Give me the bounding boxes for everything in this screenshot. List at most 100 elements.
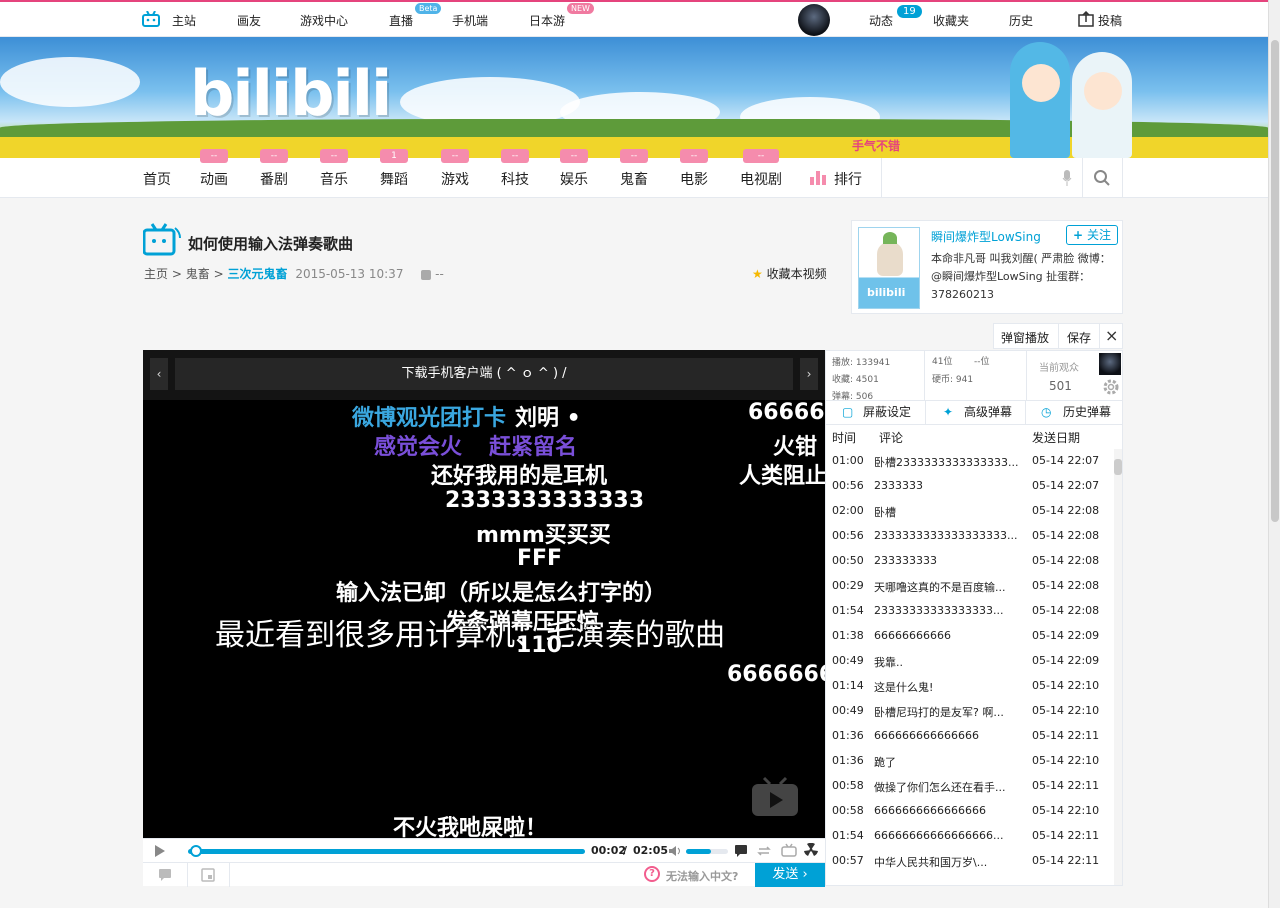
danmaku-comment: 微博观光团打卡 — [352, 406, 507, 431]
col-date[interactable]: 发送日期 — [1032, 429, 1080, 446]
bilibili-tv-icon[interactable] — [142, 11, 160, 27]
danmaku-input[interactable]: ? 无法输入中文? — [230, 863, 754, 887]
bilibili-logo[interactable]: bilibili — [190, 57, 392, 130]
header-banner: bilibili 手气不错 — [0, 37, 1268, 158]
favorite-video-button[interactable]: ★ 收藏本视频 — [752, 265, 827, 282]
rank-icon[interactable] — [810, 171, 826, 185]
nav-huayou-link[interactable]: 画友 — [237, 12, 261, 29]
uploader-name[interactable]: 瞬间爆炸型LowSing — [931, 228, 1041, 245]
crumb-category[interactable]: 鬼畜 — [186, 267, 210, 281]
nav-mobile-link[interactable]: 手机端 — [452, 12, 488, 29]
upload-icon[interactable] — [1078, 11, 1094, 27]
follow-button[interactable]: + 关注 — [1066, 225, 1118, 245]
microphone-icon[interactable] — [1062, 170, 1072, 186]
danmaku-list-row[interactable]: 00:50 233333333 05-14 22:08 — [826, 549, 1116, 574]
nav-item-0[interactable]: 首页 — [143, 169, 171, 189]
danmaku-list-row[interactable]: 02:00 卧槽 05-14 22:08 — [826, 499, 1116, 524]
danmaku-settings-icon[interactable] — [201, 868, 215, 882]
danmaku-list[interactable]: 01:00 卧槽2333333333333333... 05-14 22:07 00:… — [826, 449, 1116, 885]
fullscreen-radiation-icon[interactable] — [804, 843, 818, 857]
tab-advanced-danmaku[interactable]: ✦ 高级弹幕 — [926, 401, 1026, 425]
col-time[interactable]: 时间 — [832, 429, 856, 446]
history-link[interactable]: 历史 — [1009, 12, 1033, 29]
nav-jp-game-link[interactable]: 日本游 — [529, 12, 565, 29]
danmaku-list-row[interactable]: 00:58 做操了你们怎么还在看手... 05-14 22:11 — [826, 774, 1116, 799]
danmaku-list-row[interactable]: 01:00 卧槽2333333333333333... 05-14 22:07 — [826, 449, 1116, 474]
search-icon[interactable] — [1093, 169, 1111, 187]
tab-history-danmaku[interactable]: ◷ 历史弹幕 — [1026, 401, 1122, 425]
save-button[interactable]: 保存 — [1067, 329, 1091, 346]
crumb-home[interactable]: 主页 — [144, 267, 168, 281]
next-arrow-button[interactable]: › — [800, 358, 818, 390]
play-icon[interactable] — [154, 844, 166, 858]
tab-block-settings[interactable]: ▢ 屏蔽设定 — [826, 401, 926, 425]
favorite-video-label: 收藏本视频 — [766, 267, 827, 281]
danmaku-list-row[interactable]: 00:57 中华人民共和国万岁\... 05-14 22:11 — [826, 849, 1116, 874]
download-app-banner[interactable]: 下载手机客户端 ( ^ ｏ ^ ) / — [175, 358, 793, 390]
nav-count-badge: -- — [743, 149, 779, 163]
progress-knob[interactable] — [190, 845, 203, 857]
danmaku-toggle-icon[interactable] — [734, 844, 748, 858]
nav-game-center-link[interactable]: 游戏中心 — [300, 12, 348, 29]
danmaku-style-icon[interactable] — [158, 868, 172, 882]
nav-rank-link[interactable]: 排行 — [834, 169, 862, 189]
nav-item-3[interactable]: 音乐 — [320, 169, 348, 189]
player-toolbar: 弹窗播放 保存 × — [993, 323, 1123, 349]
search-box[interactable] — [881, 158, 1123, 198]
coin-stat: 硬币: 941 — [932, 375, 974, 385]
lucky-tag[interactable]: 手气不错 — [852, 137, 900, 154]
danmaku-list-row[interactable]: 00:56 2333333 05-14 22:07 — [826, 474, 1116, 499]
help-icon[interactable]: ? — [644, 866, 660, 882]
player-controls: 00:02 / 02:05 — [143, 838, 825, 862]
crumb-subcategory[interactable]: 三次元鬼畜 — [227, 267, 287, 281]
progress-bar[interactable] — [188, 845, 585, 857]
send-danmaku-button[interactable]: 发送 › — [755, 863, 825, 887]
upload-link[interactable]: 投稿 — [1098, 12, 1122, 29]
user-avatar[interactable] — [798, 4, 830, 36]
row-comment: 6666666666666666 — [874, 804, 986, 817]
danmaku-list-row[interactable]: 01:14 这是什么鬼! 05-14 22:10 — [826, 674, 1116, 699]
tv-mode-icon[interactable] — [781, 843, 797, 857]
video-player[interactable]: ‹ 下载手机客户端 ( ^ ｏ ^ ) / › 微博观光团打卡 刘明 • 66666… — [143, 350, 825, 887]
page-scrollbar[interactable] — [1268, 0, 1280, 908]
prev-arrow-button[interactable]: ‹ — [150, 358, 168, 390]
danmaku-list-row[interactable]: 01:38 66666666666 05-14 22:09 — [826, 624, 1116, 649]
danmaku-list-row[interactable]: 00:58 6666666666666666 05-14 22:10 — [826, 799, 1116, 824]
settings-gear-icon[interactable] — [1102, 378, 1120, 396]
nav-item-6[interactable]: 科技 — [501, 169, 529, 189]
nav-item-5[interactable]: 游戏 — [441, 169, 469, 189]
row-comment: 2333333 — [874, 479, 923, 492]
popup-play-button[interactable]: 弹窗播放 — [1001, 329, 1049, 346]
loop-icon[interactable] — [756, 844, 772, 858]
nav-item-10[interactable]: 电视剧 — [740, 169, 782, 189]
danmaku-list-row[interactable]: 00:49 我靠.. 05-14 22:09 — [826, 649, 1116, 674]
danmaku-list-row[interactable]: 01:36 跪了 05-14 22:10 — [826, 749, 1116, 774]
close-icon[interactable]: × — [1105, 326, 1118, 345]
dynamic-link[interactable]: 动态 — [869, 12, 893, 29]
danmaku-list-row[interactable]: 01:54 66666666666666666... 05-14 22:11 — [826, 824, 1116, 849]
nav-item-7[interactable]: 娱乐 — [560, 169, 588, 189]
list-scrollbar[interactable] — [1114, 449, 1122, 885]
nav-item-1[interactable]: 动画 — [200, 169, 228, 189]
danmaku-list-row[interactable]: 01:54 23333333333333333... 05-14 22:08 — [826, 599, 1116, 624]
danmaku-list-row[interactable]: 00:56 2333333333333333333... 05-14 22:08 — [826, 524, 1116, 549]
nav-home-link[interactable]: 主站 — [172, 12, 196, 29]
nav-item-8[interactable]: 鬼畜 — [620, 169, 648, 189]
danmaku-comment: 还好我用的是耳机 — [431, 464, 608, 489]
mini-avatar[interactable] — [1099, 353, 1121, 375]
favorites-link[interactable]: 收藏夹 — [933, 12, 969, 29]
col-comment[interactable]: 评论 — [879, 429, 903, 446]
nav-live-link[interactable]: 直播 — [389, 12, 413, 29]
nav-item-4[interactable]: 舞蹈 — [380, 169, 408, 189]
uploader-avatar[interactable]: bilibili — [858, 227, 920, 309]
tv-icon — [143, 223, 181, 256]
danmaku-list-row[interactable]: 01:36 666666666666666 05-14 22:11 — [826, 724, 1116, 749]
row-date: 05-14 22:08 — [1032, 554, 1100, 567]
nav-item-2[interactable]: 番剧 — [260, 169, 288, 189]
nav-item-9[interactable]: 电影 — [680, 169, 708, 189]
volume-bar[interactable] — [686, 849, 728, 854]
danmaku-list-row[interactable]: 00:29 天哪噜这真的不是百度输... 05-14 22:08 — [826, 574, 1116, 599]
volume-icon[interactable] — [668, 845, 682, 857]
chinese-input-hint[interactable]: 无法输入中文? — [666, 868, 738, 884]
danmaku-list-row[interactable]: 00:49 卧槽尼玛打的是友军? 啊... 05-14 22:10 — [826, 699, 1116, 724]
